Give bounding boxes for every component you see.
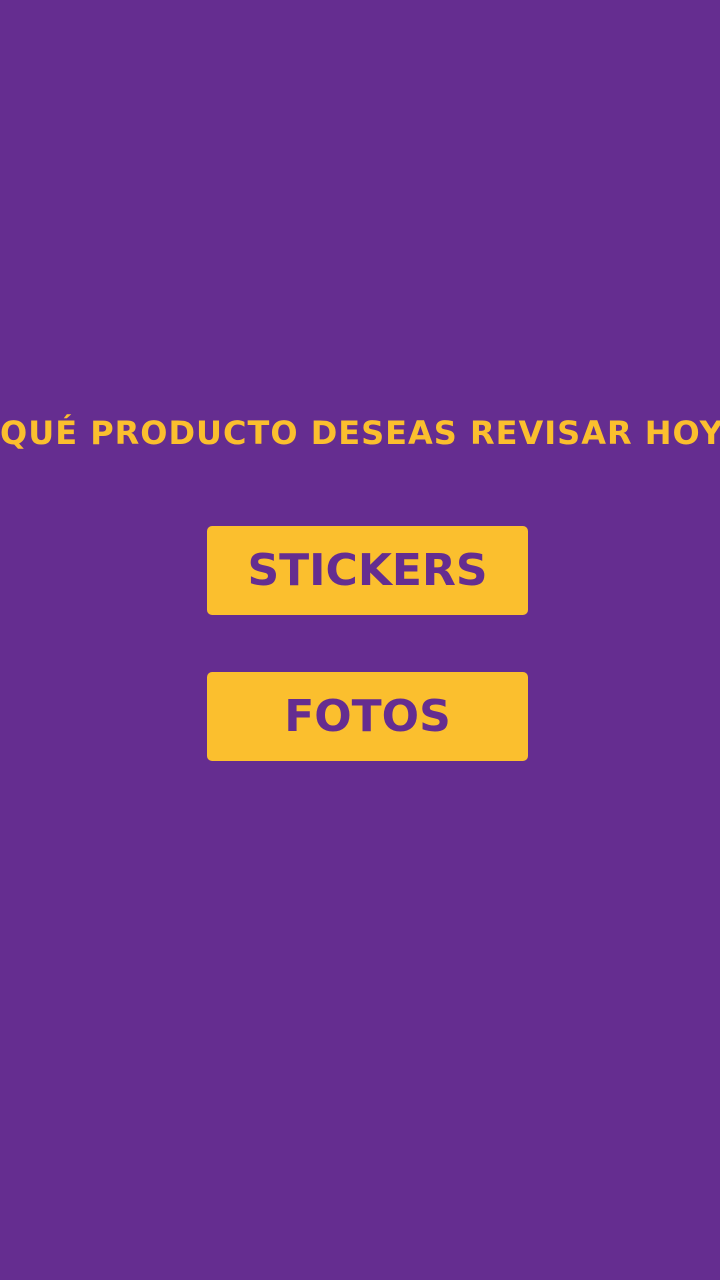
page-title: QUÉ PRODUCTO DESEAS REVISAR HOY: [0, 414, 720, 452]
stickers-button[interactable]: STICKERS: [207, 526, 528, 615]
fotos-button[interactable]: FOTOS: [207, 672, 528, 761]
